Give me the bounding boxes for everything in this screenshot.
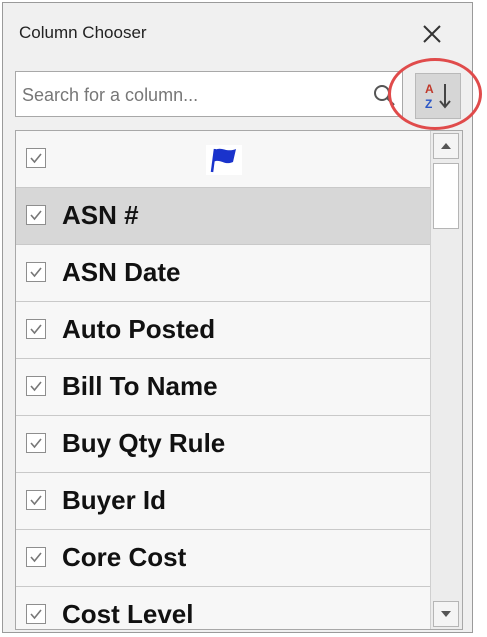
column-label: ASN Date bbox=[62, 257, 181, 287]
column-chooser-panel: Column Chooser A Z ASN # ASN Date Auto Pos… bbox=[2, 2, 473, 633]
flag-icon bbox=[206, 145, 242, 180]
column-checkbox[interactable] bbox=[26, 262, 46, 282]
column-row[interactable]: Core Cost bbox=[16, 530, 430, 587]
column-checkbox[interactable] bbox=[26, 376, 46, 396]
close-button[interactable] bbox=[417, 19, 447, 49]
column-list: ASN # ASN Date Auto Posted Bill To Name Buy … bbox=[15, 130, 463, 630]
scroll-thumb[interactable] bbox=[433, 163, 459, 229]
column-row[interactable]: ASN # bbox=[16, 188, 430, 245]
column-checkbox[interactable] bbox=[26, 205, 46, 225]
checkmark-icon bbox=[30, 153, 42, 164]
column-label: Buyer Id bbox=[62, 485, 167, 515]
checkmark-icon bbox=[30, 267, 42, 278]
column-checkbox[interactable] bbox=[26, 433, 46, 453]
window-title: Column Chooser bbox=[19, 23, 147, 42]
sort-az-button[interactable]: A Z bbox=[415, 73, 461, 119]
column-row[interactable]: Buy Qty Rule bbox=[16, 416, 430, 473]
search-input[interactable] bbox=[20, 78, 364, 112]
column-label: Cost Level bbox=[62, 599, 194, 629]
column-checkbox[interactable] bbox=[26, 490, 46, 510]
sort-az-icon: A Z bbox=[425, 82, 451, 111]
chevron-down-icon bbox=[441, 611, 451, 617]
search-icon[interactable] bbox=[372, 83, 396, 107]
column-checkbox[interactable] bbox=[26, 604, 46, 624]
vertical-scrollbar[interactable] bbox=[430, 131, 462, 629]
checkmark-icon bbox=[30, 552, 42, 563]
checkmark-icon bbox=[30, 324, 42, 335]
chevron-up-icon bbox=[441, 143, 451, 149]
svg-text:Z: Z bbox=[425, 97, 432, 111]
column-label: ASN # bbox=[62, 200, 139, 230]
checkmark-icon bbox=[30, 381, 42, 392]
column-label: Core Cost bbox=[62, 542, 187, 572]
checkmark-icon bbox=[30, 495, 42, 506]
column-row[interactable]: Bill To Name bbox=[16, 359, 430, 416]
svg-text:A: A bbox=[425, 82, 434, 96]
column-label: Bill To Name bbox=[62, 371, 218, 401]
column-row[interactable]: Cost Level bbox=[16, 587, 430, 629]
checkmark-icon bbox=[30, 609, 42, 620]
column-row[interactable]: Auto Posted bbox=[16, 302, 430, 359]
column-checkbox[interactable] bbox=[26, 148, 46, 168]
column-row[interactable]: ASN Date bbox=[16, 245, 430, 302]
column-label: Buy Qty Rule bbox=[62, 428, 226, 458]
close-icon bbox=[423, 25, 441, 43]
checkmark-icon bbox=[30, 438, 42, 449]
search-box[interactable] bbox=[15, 71, 403, 117]
scroll-up-button[interactable] bbox=[433, 133, 459, 159]
scroll-down-button[interactable] bbox=[433, 601, 459, 627]
column-row[interactable] bbox=[16, 131, 430, 188]
checkmark-icon bbox=[30, 210, 42, 221]
column-checkbox[interactable] bbox=[26, 319, 46, 339]
column-label: Auto Posted bbox=[62, 314, 216, 344]
column-row[interactable]: Buyer Id bbox=[16, 473, 430, 530]
column-checkbox[interactable] bbox=[26, 547, 46, 567]
